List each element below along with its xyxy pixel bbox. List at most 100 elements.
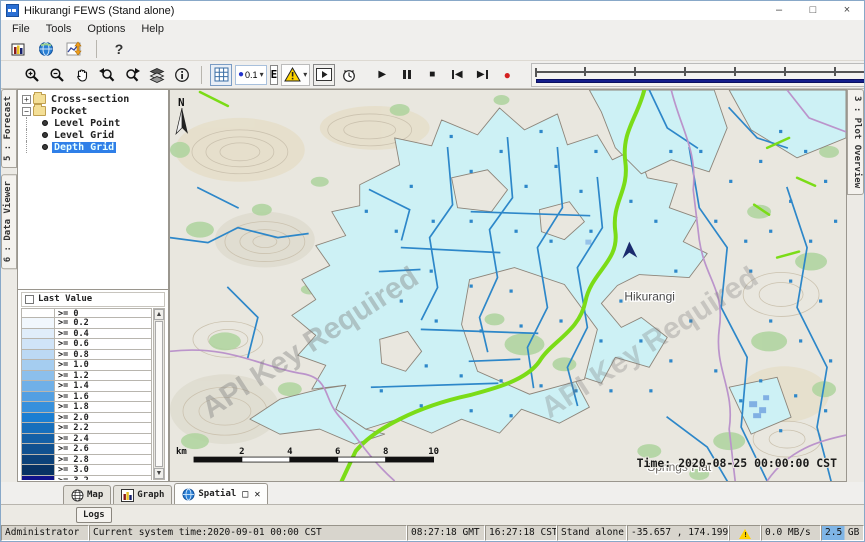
left-tab-strip: 5 : Forecast 6 : Data Viewer bbox=[1, 89, 17, 482]
warning-triangle-icon bbox=[284, 67, 301, 82]
step-back-icon: ◀ bbox=[452, 69, 463, 80]
legend-row: >= 1.2 bbox=[21, 371, 152, 382]
scale-tick-label: 4 bbox=[287, 447, 292, 457]
animation-clock-icon[interactable] bbox=[338, 64, 360, 86]
animation-movie-icon[interactable] bbox=[313, 64, 335, 86]
legend-color-swatch bbox=[21, 434, 55, 445]
legend-color-swatch bbox=[21, 423, 55, 434]
tree-item-pocket[interactable]: − Pocket bbox=[20, 105, 168, 117]
legend-row: >= 2.8 bbox=[21, 455, 152, 466]
chevron-down-icon: ▾ bbox=[260, 70, 264, 79]
legend-scrollbar[interactable]: ▲ ▼ bbox=[153, 308, 165, 480]
minimize-button[interactable]: – bbox=[762, 1, 796, 20]
zoom-previous-icon[interactable] bbox=[96, 64, 118, 86]
help-button[interactable]: ? bbox=[108, 38, 130, 60]
forecast-manager-icon[interactable] bbox=[7, 38, 29, 60]
window-title: Hikurangi FEWS (Stand alone) bbox=[24, 5, 174, 17]
legend-color-swatch bbox=[21, 465, 55, 476]
logs-button[interactable]: Logs bbox=[76, 507, 112, 523]
step-forward-button[interactable]: ▶ bbox=[471, 64, 493, 86]
right-tab-strip: 3 : Plot Overview bbox=[847, 89, 864, 482]
tab-data-viewer[interactable]: 6 : Data Viewer bbox=[1, 174, 17, 269]
thresholds-dropdown[interactable]: ▾ bbox=[281, 64, 310, 86]
legend-color-swatch bbox=[21, 381, 55, 392]
step-forward-icon: ▶ bbox=[477, 69, 488, 80]
zoom-in-icon[interactable] bbox=[21, 64, 43, 86]
legend-color-swatch bbox=[21, 455, 55, 466]
scroll-down-icon[interactable]: ▼ bbox=[154, 468, 164, 479]
checkbox-icon[interactable] bbox=[25, 295, 34, 304]
layers-tree: + Cross-section − Pocket Level Point bbox=[17, 89, 169, 290]
collapse-icon[interactable]: − bbox=[22, 107, 31, 116]
legend-threshold-label: >= 3.2 bbox=[55, 476, 152, 480]
tree-item-depth-grid[interactable]: Depth Grid bbox=[20, 141, 168, 153]
tab-plot-overview[interactable]: 3 : Plot Overview bbox=[847, 89, 864, 195]
place-label-hikurangi: Hikurangi bbox=[624, 289, 675, 303]
step-back-button[interactable]: ◀ bbox=[446, 64, 468, 86]
legend-panel: Last Value >= 0>= 0.2>= 0.4>= 0.6>= 0.8>… bbox=[17, 290, 169, 482]
scale-tick-label: 6 bbox=[335, 447, 340, 457]
legend-toggle-button[interactable]: E bbox=[270, 65, 279, 85]
map-viewport[interactable]: API Key Required API Key Required Hikura… bbox=[169, 89, 847, 482]
menu-tools[interactable]: Tools bbox=[39, 22, 79, 36]
menu-options[interactable]: Options bbox=[80, 22, 132, 36]
legend-threshold-label: >= 1.0 bbox=[55, 360, 152, 371]
legend-row: >= 0.2 bbox=[21, 318, 152, 329]
scale-bar-segment bbox=[242, 457, 290, 462]
legend-color-swatch bbox=[21, 360, 55, 371]
play-button[interactable]: ▶ bbox=[371, 64, 393, 86]
tree-item-level-point[interactable]: Level Point bbox=[20, 117, 168, 129]
tree-connector bbox=[26, 129, 40, 141]
toolbar-separator bbox=[201, 66, 202, 84]
tab-close-icon[interactable]: ✕ bbox=[254, 489, 260, 500]
expand-icon[interactable]: + bbox=[22, 95, 31, 104]
legend-threshold-label: >= 0.2 bbox=[55, 318, 152, 329]
legend-color-swatch bbox=[21, 371, 55, 382]
close-button[interactable]: × bbox=[830, 1, 864, 20]
tab-spatial[interactable]: Spatial □ ✕ bbox=[174, 483, 268, 504]
time-slider[interactable] bbox=[531, 63, 865, 87]
legend-threshold-label: >= 1.2 bbox=[55, 371, 152, 382]
legend-row: >= 0.8 bbox=[21, 350, 152, 361]
map-display-globe-icon[interactable] bbox=[35, 38, 57, 60]
point-label-scale-dropdown[interactable]: ● 0.1 ▾ bbox=[235, 65, 267, 85]
tree-item-cross-section[interactable]: + Cross-section bbox=[20, 93, 168, 105]
tab-graph[interactable]: Graph bbox=[113, 485, 172, 504]
legend-threshold-label: >= 2.4 bbox=[55, 434, 152, 445]
menu-bar: File Tools Options Help bbox=[1, 20, 864, 37]
maximize-button[interactable]: □ bbox=[796, 1, 830, 20]
legend-threshold-label: >= 1.8 bbox=[55, 402, 152, 413]
pan-hand-icon[interactable] bbox=[71, 64, 93, 86]
info-icon[interactable] bbox=[171, 64, 193, 86]
bottom-tab-bar: Map Graph Spatial □ ✕ bbox=[1, 482, 864, 504]
left-panel: + Cross-section − Pocket Level Point bbox=[17, 89, 169, 482]
stop-button[interactable]: ■ bbox=[421, 64, 443, 86]
last-value-checkbox-row[interactable]: Last Value bbox=[21, 292, 165, 307]
workspace: 5 : Forecast 6 : Data Viewer + Cross-sec… bbox=[1, 89, 864, 482]
status-warning[interactable]: ! bbox=[729, 525, 761, 541]
scroll-up-icon[interactable]: ▲ bbox=[154, 309, 164, 320]
legend-threshold-label: >= 1.6 bbox=[55, 392, 152, 403]
menu-help[interactable]: Help bbox=[134, 22, 171, 36]
tab-map[interactable]: Map bbox=[63, 485, 111, 504]
logs-bar: Logs bbox=[1, 504, 864, 525]
folder-icon bbox=[33, 106, 46, 116]
legend-row: >= 2.0 bbox=[21, 413, 152, 424]
layers-icon[interactable] bbox=[146, 64, 168, 86]
grid-display-icon[interactable] bbox=[210, 64, 232, 86]
timeseries-dialog-icon[interactable] bbox=[63, 38, 85, 60]
pause-button[interactable] bbox=[396, 64, 418, 86]
tree-item-level-grid[interactable]: Level Grid bbox=[20, 129, 168, 141]
record-button[interactable]: ● bbox=[496, 64, 518, 86]
zoom-next-icon[interactable] bbox=[121, 64, 143, 86]
status-system-time: Current system time:2020-09-01 00:00 CST bbox=[89, 525, 407, 541]
scrollbar-thumb[interactable] bbox=[155, 321, 163, 467]
tab-maximize-icon[interactable]: □ bbox=[242, 489, 248, 500]
menu-file[interactable]: File bbox=[5, 22, 37, 36]
status-local-time: 16:27:18 CST bbox=[485, 525, 557, 541]
scale-unit-label: km bbox=[176, 447, 187, 457]
zoom-out-icon[interactable] bbox=[46, 64, 68, 86]
tab-forecast[interactable]: 5 : Forecast bbox=[1, 89, 17, 168]
legend-threshold-label: >= 0.4 bbox=[55, 329, 152, 340]
legend-threshold-label: >= 1.4 bbox=[55, 381, 152, 392]
